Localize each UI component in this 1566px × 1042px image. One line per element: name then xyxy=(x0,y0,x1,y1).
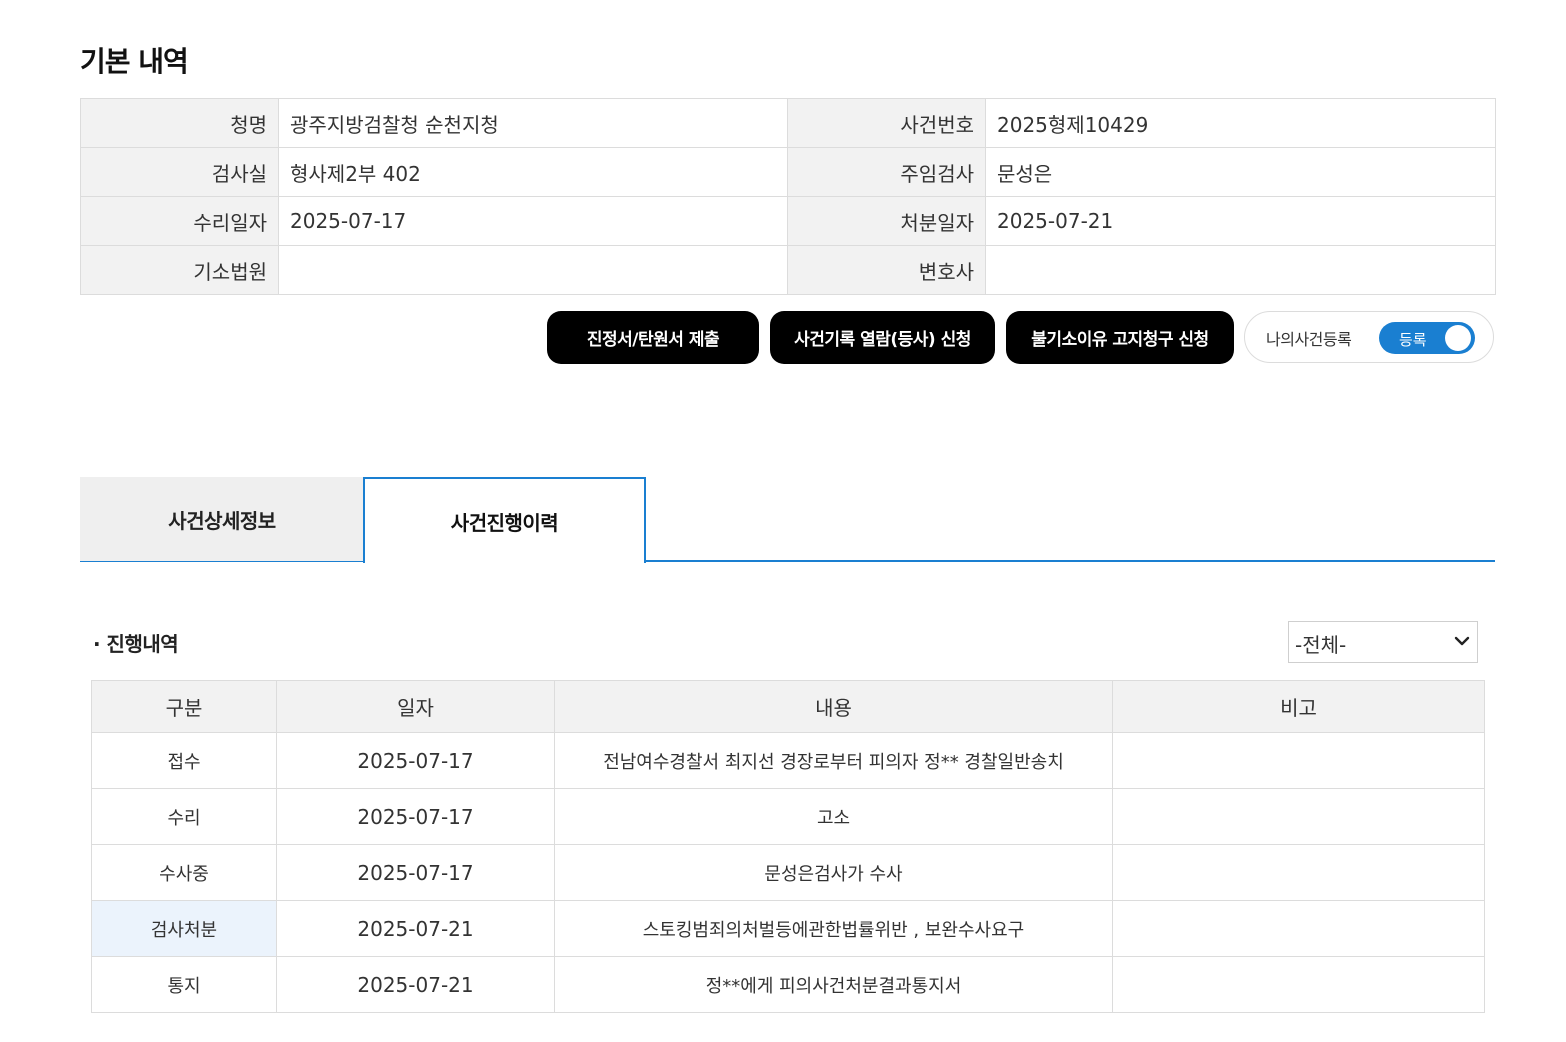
disposition-date-label: 처분일자 xyxy=(787,196,986,246)
case-number-value: 2025형제10429 xyxy=(985,98,1496,148)
lawyer-value xyxy=(985,245,1496,295)
row-note xyxy=(1112,844,1485,901)
table-row: 수사중 2025-07-17 문성은검사가 수사 xyxy=(91,844,1485,901)
table-row: 검사처분 2025-07-21 스토킹범죄의처벌등에관한법률위반 , 보완수사요… xyxy=(91,900,1485,957)
row-note xyxy=(1112,732,1485,789)
office-value: 광주지방검찰청 순천지청 xyxy=(278,98,788,148)
filter-selected-value: -전체- xyxy=(1295,633,1347,657)
column-header-type: 구분 xyxy=(91,680,277,733)
chevron-down-icon xyxy=(1454,636,1470,646)
case-number-label: 사건번호 xyxy=(787,98,986,148)
petition-submit-button[interactable]: 진정서/탄원서 제출 xyxy=(547,311,759,364)
received-date-value: 2025-07-17 xyxy=(278,196,788,246)
progress-history-table: 구분 일자 내용 비고 접수 2025-07-17 전남여수경찰서 최지선 경장… xyxy=(91,680,1485,1013)
row-date: 2025-07-17 xyxy=(276,788,555,845)
row-content: 스토킹범죄의처벌등에관한법률위반 , 보완수사요구 xyxy=(554,900,1113,957)
tab-case-progress[interactable]: 사건진행이력 xyxy=(363,477,646,563)
table-row: 통지 2025-07-21 정**에게 피의사건처분결과통지서 xyxy=(91,956,1485,1013)
row-date: 2025-07-21 xyxy=(276,900,555,957)
row-type: 수리 xyxy=(91,788,277,845)
row-content: 정**에게 피의사건처분결과통지서 xyxy=(554,956,1113,1013)
info-row: 청명 광주지방검찰청 순천지청 사건번호 2025형제10429 xyxy=(80,98,1496,148)
my-case-toggle[interactable]: 등록 xyxy=(1379,322,1475,354)
column-header-date: 일자 xyxy=(276,680,555,733)
non-prosecution-reason-request-button[interactable]: 불기소이유 고지청구 신청 xyxy=(1006,311,1234,364)
row-note xyxy=(1112,900,1485,957)
row-note xyxy=(1112,956,1485,1013)
tab-case-detail[interactable]: 사건상세정보 xyxy=(80,477,364,561)
row-type: 통지 xyxy=(91,956,277,1013)
page: 기본 내역 청명 광주지방검찰청 순천지청 사건번호 2025형제10429 검… xyxy=(0,0,1566,1042)
row-type: 검사처분 xyxy=(91,900,277,957)
record-view-request-button[interactable]: 사건기록 열람(등사) 신청 xyxy=(770,311,995,364)
action-buttons: 진정서/탄원서 제출 사건기록 열람(등사) 신청 불기소이유 고지청구 신청 … xyxy=(0,311,1566,365)
basic-info-table: 청명 광주지방검찰청 순천지청 사건번호 2025형제10429 검사실 형사제… xyxy=(80,98,1496,295)
toggle-text: 등록 xyxy=(1399,331,1427,349)
row-type: 수사중 xyxy=(91,844,277,901)
row-date: 2025-07-17 xyxy=(276,844,555,901)
indictment-court-label: 기소법원 xyxy=(80,245,279,295)
prosecutor-room-value: 형사제2부 402 xyxy=(278,147,788,197)
table-header-row: 구분 일자 내용 비고 xyxy=(91,680,1485,733)
row-content: 문성은검사가 수사 xyxy=(554,844,1113,901)
my-case-label: 나의사건등록 xyxy=(1266,330,1352,349)
row-type: 접수 xyxy=(91,732,277,789)
page-title: 기본 내역 xyxy=(80,45,189,78)
office-label: 청명 xyxy=(80,98,279,148)
prosecutor-room-label: 검사실 xyxy=(80,147,279,197)
info-row: 기소법원 변호사 xyxy=(80,245,1496,295)
my-case-register: 나의사건등록 등록 xyxy=(1244,311,1494,363)
column-header-note: 비고 xyxy=(1112,680,1485,733)
indictment-court-value xyxy=(278,245,788,295)
lawyer-label: 변호사 xyxy=(787,245,986,295)
row-content: 전남여수경찰서 최지선 경장로부터 피의자 정** 경찰일반송치 xyxy=(554,732,1113,789)
disposition-date-value: 2025-07-21 xyxy=(985,196,1496,246)
toggle-knob xyxy=(1445,325,1471,351)
row-date: 2025-07-17 xyxy=(276,732,555,789)
table-row: 수리 2025-07-17 고소 xyxy=(91,788,1485,845)
lead-prosecutor-label: 주임검사 xyxy=(787,147,986,197)
row-date: 2025-07-21 xyxy=(276,956,555,1013)
progress-section-title: · 진행내역 xyxy=(93,632,179,656)
progress-filter-select[interactable]: -전체- xyxy=(1288,621,1478,663)
info-row: 검사실 형사제2부 402 주임검사 문성은 xyxy=(80,147,1496,197)
info-row: 수리일자 2025-07-17 처분일자 2025-07-21 xyxy=(80,196,1496,246)
table-row: 접수 2025-07-17 전남여수경찰서 최지선 경장로부터 피의자 정** … xyxy=(91,732,1485,789)
row-content: 고소 xyxy=(554,788,1113,845)
row-note xyxy=(1112,788,1485,845)
received-date-label: 수리일자 xyxy=(80,196,279,246)
lead-prosecutor-value: 문성은 xyxy=(985,147,1496,197)
column-header-content: 내용 xyxy=(554,680,1113,733)
